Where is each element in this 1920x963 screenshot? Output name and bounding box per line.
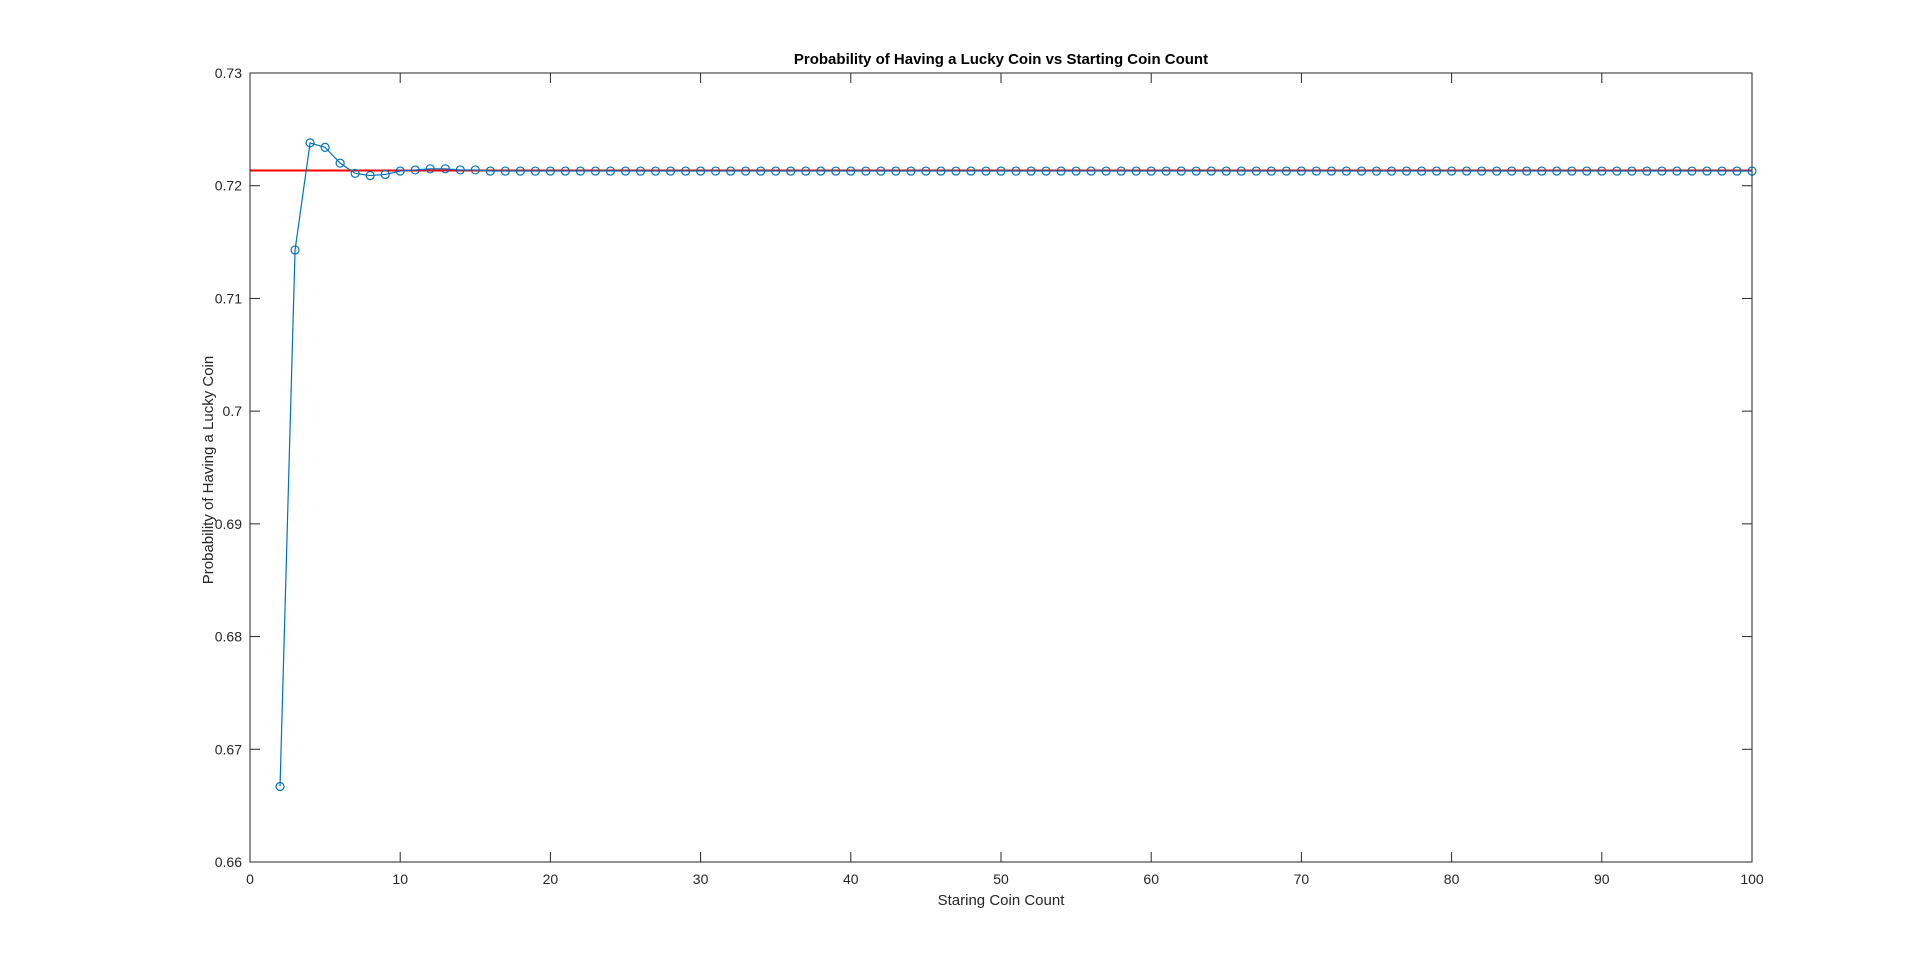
y-tick-label: 0.7 — [223, 403, 243, 419]
y-tick-label: 0.72 — [215, 178, 242, 194]
x-tick-label: 10 — [392, 871, 408, 887]
y-axis-label: Probability of Having a Lucky Coin — [200, 356, 217, 584]
y-tick-label: 0.71 — [215, 290, 242, 306]
plot-area-background — [250, 73, 1752, 862]
x-tick-label: 100 — [1740, 871, 1764, 887]
x-axis-label: Staring Coin Count — [938, 892, 1066, 909]
x-tick-label: 60 — [1143, 871, 1159, 887]
x-tick-label: 0 — [246, 871, 254, 887]
x-tick-label: 90 — [1594, 871, 1610, 887]
y-tick-label: 0.73 — [215, 65, 242, 81]
x-tick-label: 70 — [1294, 871, 1310, 887]
chart: Probability of Having a Lucky Coin vs St… — [200, 51, 1764, 909]
y-tick-label: 0.68 — [215, 629, 242, 645]
plot-area — [250, 73, 1752, 862]
x-tick-label: 50 — [993, 871, 1009, 887]
chart-title: Probability of Having a Lucky Coin vs St… — [794, 51, 1208, 68]
y-tick-label: 0.66 — [215, 854, 242, 870]
x-tick-label: 30 — [693, 871, 709, 887]
x-tick-label: 20 — [543, 871, 559, 887]
x-tick-label: 80 — [1444, 871, 1460, 887]
y-tick-label: 0.69 — [215, 516, 242, 532]
x-tick-label: 40 — [843, 871, 859, 887]
y-tick-label: 0.67 — [215, 741, 242, 757]
